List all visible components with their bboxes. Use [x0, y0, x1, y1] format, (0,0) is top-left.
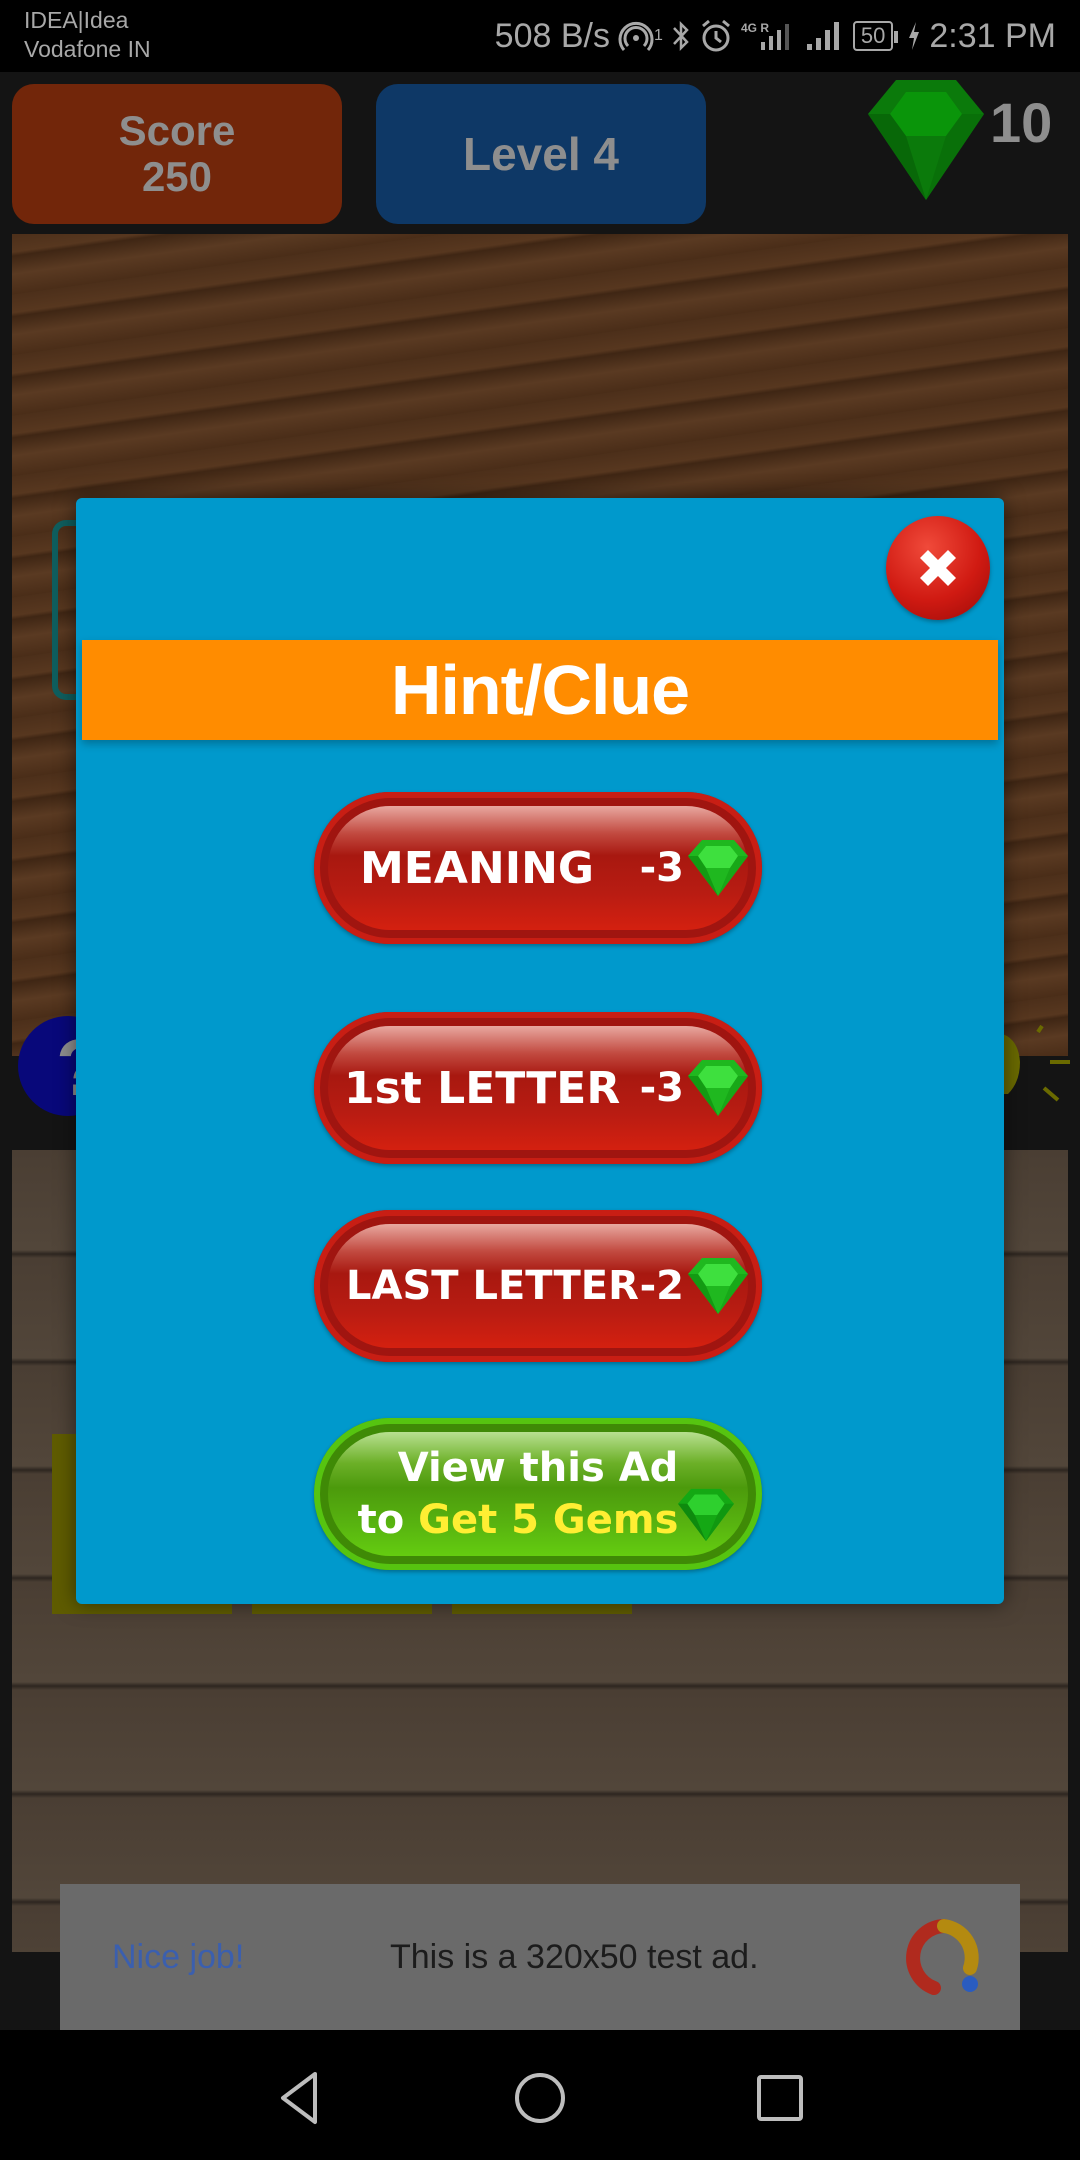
hotspot-count: 1: [653, 27, 663, 44]
gems-count: 10: [990, 91, 1053, 154]
gem-icon: [688, 1258, 748, 1319]
signal-4g-icon: 4G R: [741, 18, 797, 54]
ad-text: This is a 320x50 test ad.: [390, 1937, 759, 1976]
charging-icon: [907, 20, 921, 52]
dialog-title-bar: Hint/Clue: [82, 640, 998, 740]
recents-button[interactable]: [750, 2068, 810, 2128]
hint-dialog: Hint/Clue MEANING -3 1st LETTER -3 LAST …: [76, 498, 1004, 1604]
battery-level: 50: [860, 23, 886, 48]
score-value: 250: [141, 153, 213, 200]
button-label: MEANING: [360, 842, 595, 894]
score-label: Score: [118, 107, 236, 154]
status-icons: 508 B/s 1 4G R 50 2:31 PM: [495, 0, 1056, 72]
navigation-bar: [0, 2030, 1080, 2160]
bluetooth-icon: [671, 18, 691, 54]
dialog-title: Hint/Clue: [390, 651, 690, 729]
score-box: Score 250: [12, 84, 342, 224]
home-icon: [515, 2073, 565, 2123]
watch-ad-button[interactable]: View this Ad to Get 5 Gems: [314, 1418, 762, 1570]
network-type-label: 4G R: [741, 21, 769, 35]
gem-icon: [688, 840, 748, 901]
last-letter-hint-button[interactable]: LAST LETTER -2: [314, 1210, 762, 1362]
gem-icon: [866, 78, 986, 207]
clock: 2:31 PM: [929, 16, 1056, 55]
gem-icon: [688, 1060, 748, 1121]
ad-button-line-1: View this Ad: [397, 1445, 679, 1491]
back-icon: [281, 2072, 317, 2124]
recents-icon: [757, 2075, 803, 2121]
button-label: LAST LETTER: [346, 1263, 639, 1309]
back-button[interactable]: [270, 2068, 330, 2128]
first-letter-hint-button[interactable]: 1st LETTER -3: [314, 1012, 762, 1164]
close-icon: [920, 550, 956, 586]
ad-button-reward: Get 5 Gems: [418, 1497, 679, 1543]
signal-icon: [805, 18, 845, 54]
net-speed: 508 B/s: [494, 16, 610, 55]
alarm-icon: [699, 18, 733, 54]
level-label: Level 4: [463, 128, 619, 180]
gem-icon: [678, 1488, 734, 1547]
level-box: Level 4: [376, 84, 706, 224]
gem-cost: -3: [639, 845, 684, 891]
hotspot-icon: 1: [618, 18, 663, 54]
battery-icon: 50: [852, 21, 899, 51]
ad-banner[interactable]: Nice job! This is a 320x50 test ad.: [60, 1884, 1020, 2030]
ad-button-line-2: to Get 5 Gems: [314, 1494, 722, 1546]
meaning-hint-button[interactable]: MEANING -3: [314, 792, 762, 944]
button-label: 1st LETTER: [344, 1062, 621, 1114]
status-bar: IDEA|Idea Vodafone IN 508 B/s 1 4G R 50 …: [0, 0, 1080, 72]
ad-headline: Nice job!: [112, 1937, 245, 1976]
gems-counter[interactable]: 10: [866, 78, 1052, 207]
carrier-line-2: Vodafone IN: [24, 36, 151, 62]
gem-cost: -3: [639, 1065, 684, 1111]
carrier-info: IDEA|Idea Vodafone IN: [24, 6, 151, 64]
close-button[interactable]: [886, 516, 990, 620]
home-button[interactable]: [510, 2068, 570, 2128]
ad-button-prefix: to: [357, 1497, 419, 1543]
carrier-line-1: IDEA|Idea: [24, 7, 129, 33]
ad-logo-icon: [904, 1918, 984, 2003]
gem-cost: -2: [639, 1263, 684, 1309]
